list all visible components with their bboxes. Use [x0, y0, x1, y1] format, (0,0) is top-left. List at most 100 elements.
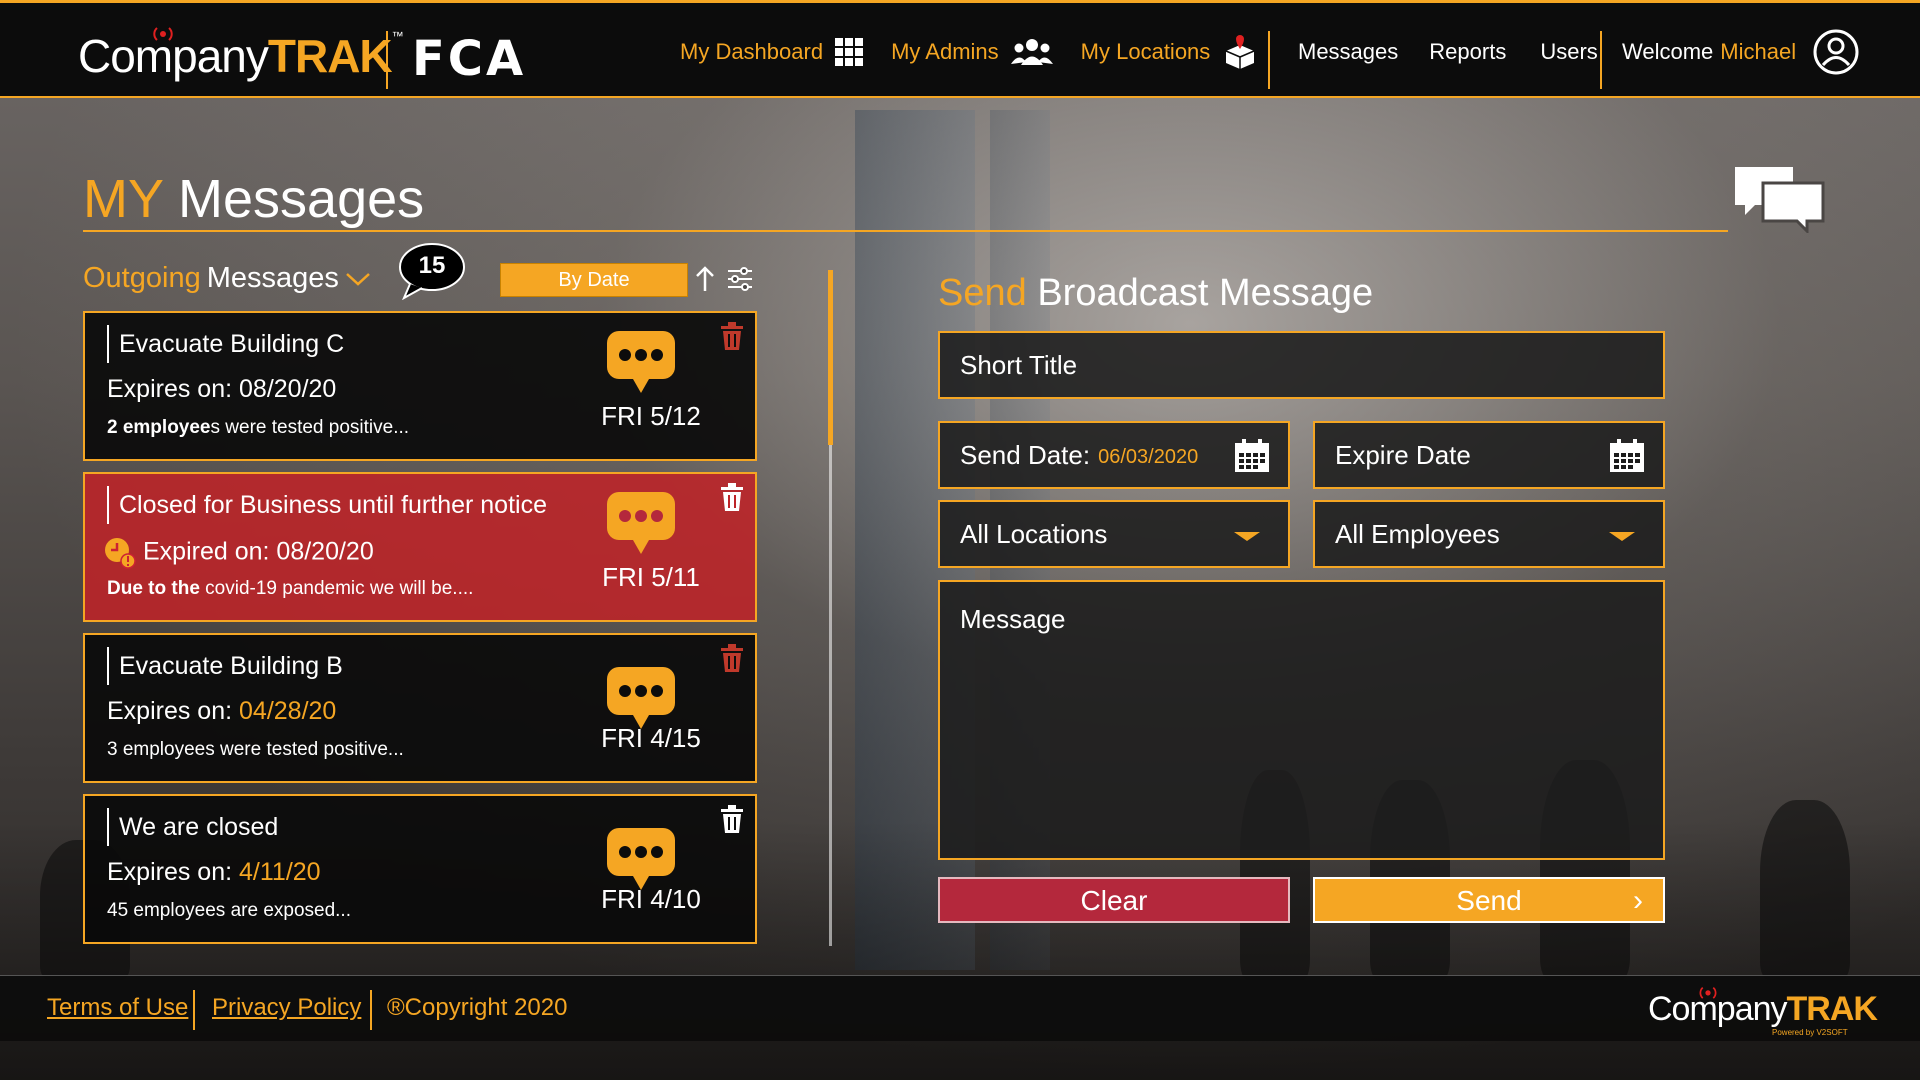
broadcast-title: Send Broadcast Message: [938, 272, 1373, 315]
message-date: FRI 4/15: [601, 723, 701, 753]
message-expiry: Expires on: 4/11/20: [107, 858, 321, 887]
sort-by-date-button[interactable]: By Date: [500, 263, 688, 297]
footer: Terms of Use Privacy Policy ®Copyright 2…: [0, 975, 1920, 1041]
trash-icon[interactable]: [719, 804, 745, 834]
speech-bubble-icon: [607, 331, 675, 393]
speech-bubble-icon: [607, 492, 675, 554]
expire-date-field[interactable]: [1313, 421, 1665, 489]
broadcast-title-rest: Broadcast Message: [1037, 272, 1374, 314]
signal-icon: [1699, 986, 1717, 999]
message-card-expired[interactable]: Closed for Business until further notice…: [83, 472, 757, 622]
trash-icon[interactable]: [719, 482, 745, 512]
locations-selected-value: All Locations: [960, 518, 1108, 549]
message-date: FRI 5/12: [601, 401, 701, 431]
sort-ascending-icon[interactable]: [694, 265, 716, 293]
calendar-icon[interactable]: [1234, 439, 1270, 473]
nav-label: My Dashboard: [680, 39, 824, 64]
message-card[interactable]: Evacuate Building B Expires on: 04/28/20…: [83, 633, 757, 783]
locations-select[interactable]: All Locations: [938, 500, 1290, 568]
expiry-label: Expires on:: [107, 697, 233, 725]
nav-messages[interactable]: Messages: [1298, 39, 1398, 65]
footer-divider: [370, 990, 372, 1030]
preview-bold: 2 employee: [107, 417, 211, 438]
grid-icon: [835, 38, 864, 66]
outgoing-messages-dropdown[interactable]: Outgoing Messages: [83, 262, 371, 295]
user-name: Michael: [1720, 39, 1797, 64]
message-card[interactable]: We are closed Expires on: 4/11/20 45 emp…: [83, 794, 757, 944]
caret-down-icon: [1609, 532, 1635, 541]
primary-nav: My Dashboard My Admins My Locations: [680, 3, 1258, 101]
privacy-policy-link[interactable]: Privacy Policy: [212, 994, 361, 1022]
page-title: MY Messages: [83, 168, 424, 230]
message-card[interactable]: Evacuate Building C Expires on: 08/20/20…: [83, 311, 757, 461]
short-title-field[interactable]: [938, 331, 1665, 399]
outgoing-label-accent: Outgoing: [83, 262, 201, 294]
message-preview: 45 employees are exposed...: [107, 900, 351, 922]
messages-scrollbar-thumb[interactable]: [828, 270, 833, 445]
chevron-down-icon: [346, 272, 370, 286]
footer-divider: [193, 990, 195, 1030]
header-divider: [1600, 31, 1602, 89]
caret-down-icon: [1234, 532, 1260, 541]
logo-tm: ™: [391, 29, 404, 43]
expiry-value: 08/20/20: [276, 537, 374, 566]
message-expiry: Expired on: 08/20/20: [103, 536, 374, 570]
user-menu[interactable]: Welcome Michael: [1622, 3, 1860, 101]
message-textarea[interactable]: [960, 604, 1663, 834]
trash-icon[interactable]: [719, 643, 745, 673]
title-accent: MY: [83, 169, 164, 229]
short-title-input[interactable]: [960, 349, 1663, 381]
preview-bold: Due to the: [107, 578, 200, 599]
fca-logo[interactable]: FCA: [412, 31, 526, 87]
expiry-value: 4/11/20: [239, 858, 321, 886]
nav-label: My Locations: [1080, 39, 1211, 64]
preview-rest: 45 employees are exposed...: [107, 900, 351, 921]
speech-bubble-icon: [607, 667, 675, 729]
nav-reports[interactable]: Reports: [1429, 39, 1506, 65]
top-header: CompanyTRAK™ FCA My Dashboard My Admins: [0, 0, 1920, 98]
chevron-right-icon: ›: [1633, 884, 1643, 917]
header-divider: [386, 31, 388, 89]
outgoing-label-rest: Messages: [206, 262, 339, 294]
expiry-label: Expires on:: [107, 375, 233, 403]
message-title: Evacuate Building C: [107, 325, 344, 363]
copyright-text: ®Copyright 2020: [387, 994, 568, 1021]
expiry-label: Expired on:: [143, 537, 270, 566]
send-date-label: Send Date:: [960, 439, 1091, 470]
send-date-value: 06/03/2020: [1098, 445, 1199, 468]
clear-button[interactable]: Clear: [938, 877, 1290, 923]
background-figure: [1760, 800, 1850, 980]
secondary-nav: Messages Reports Users: [1298, 3, 1598, 101]
preview-rest: s were tested positive...: [210, 417, 410, 438]
header-divider: [1268, 31, 1270, 89]
companytrak-logo[interactable]: CompanyTRAK™: [78, 29, 404, 83]
calendar-icon[interactable]: [1609, 439, 1645, 473]
message-expiry: Expires on: 04/28/20: [107, 697, 336, 726]
message-count: 15: [418, 252, 446, 279]
nav-my-dashboard[interactable]: My Dashboard: [680, 38, 864, 66]
preview-rest: 3 employees were tested positive...: [107, 739, 404, 760]
users-icon: [1010, 39, 1053, 65]
message-title: We are closed: [107, 808, 278, 846]
nav-my-admins[interactable]: My Admins: [891, 38, 1053, 66]
send-button[interactable]: Send ›: [1313, 877, 1665, 923]
terms-of-use-link[interactable]: Terms of Use: [47, 994, 188, 1022]
send-date-field[interactable]: Send Date: 06/03/2020: [938, 421, 1290, 489]
logo-trak-text: TRAK: [267, 30, 393, 82]
location-box-icon: [1226, 35, 1255, 69]
employees-select[interactable]: All Employees: [1313, 500, 1665, 568]
nav-users[interactable]: Users: [1540, 39, 1597, 65]
trash-icon[interactable]: [719, 321, 745, 351]
nav-my-locations[interactable]: My Locations: [1081, 35, 1259, 69]
user-avatar-icon[interactable]: [1812, 28, 1860, 76]
expired-clock-icon: [105, 538, 136, 569]
expire-date-input[interactable]: [1335, 439, 1575, 471]
message-field[interactable]: [938, 580, 1665, 860]
nav-label: My Admins: [891, 39, 999, 64]
message-count-badge: 15: [398, 242, 466, 301]
message-date: FRI 5/11: [602, 562, 700, 592]
chat-bubbles-icon: [1735, 167, 1825, 233]
preview-rest: covid-19 pandemic we will be....: [199, 578, 474, 599]
filter-sliders-icon[interactable]: [727, 266, 753, 292]
powered-by-text: Powered by V2SOFT: [1772, 1028, 1848, 1037]
